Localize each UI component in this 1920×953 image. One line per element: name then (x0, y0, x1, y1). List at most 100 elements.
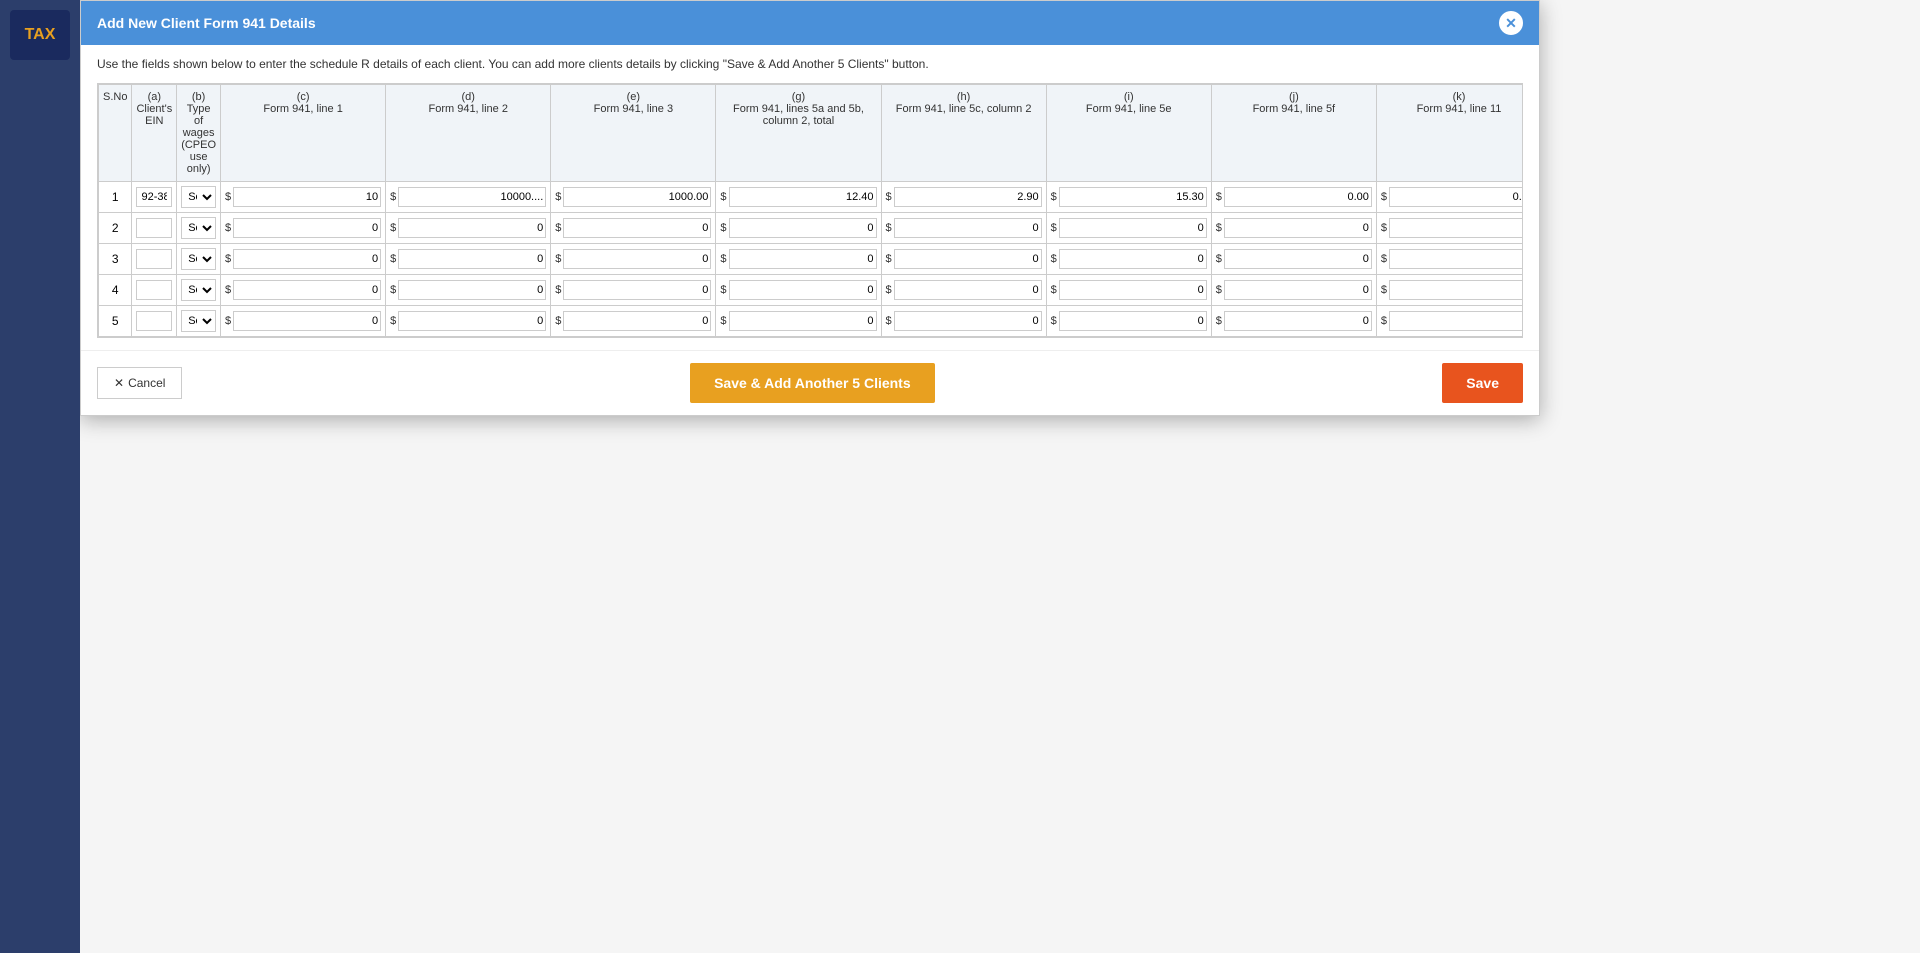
input-k-3[interactable] (1389, 249, 1523, 269)
input-h-2[interactable] (894, 218, 1042, 238)
input-d-4[interactable] (398, 280, 546, 300)
cell-j-1: $ (1211, 182, 1376, 213)
input-h-3[interactable] (894, 249, 1042, 269)
dollar-sign-g-5: $ (720, 315, 726, 327)
ein-input-5[interactable] (136, 311, 172, 331)
cell-i-5: $ (1046, 306, 1211, 337)
dollar-sign-d-1: $ (390, 191, 396, 203)
save-add-button[interactable]: Save & Add Another 5 Clients (690, 363, 935, 403)
app-logo: TAX (10, 10, 70, 60)
input-k-4[interactable] (1389, 280, 1523, 300)
cancel-button[interactable]: ✕ Cancel (97, 367, 182, 399)
input-c-3[interactable] (233, 249, 381, 269)
dollar-sign-k-4: $ (1381, 284, 1387, 296)
input-j-1[interactable] (1224, 187, 1372, 207)
modal-body: Use the fields shown below to enter the … (81, 45, 1539, 350)
cell-g-2: $ (716, 213, 881, 244)
input-i-2[interactable] (1059, 218, 1207, 238)
input-e-2[interactable] (563, 218, 711, 238)
cancel-label: Cancel (128, 376, 165, 390)
input-g-4[interactable] (729, 280, 877, 300)
modal-close-button[interactable]: ✕ (1499, 11, 1523, 35)
cell-j-3: $ (1211, 244, 1376, 275)
dollar-sign-g-3: $ (720, 253, 726, 265)
ein-input-1[interactable] (136, 187, 172, 207)
col-header-sno: S.No (99, 85, 132, 182)
cell-ein-1 (132, 182, 177, 213)
dollar-sign-c-4: $ (225, 284, 231, 296)
cell-e-5: $ (551, 306, 716, 337)
dollar-sign-g-2: $ (720, 222, 726, 234)
input-j-3[interactable] (1224, 249, 1372, 269)
input-j-4[interactable] (1224, 280, 1372, 300)
input-g-1[interactable] (729, 187, 877, 207)
input-d-2[interactable] (398, 218, 546, 238)
input-j-5[interactable] (1224, 311, 1372, 331)
input-k-1[interactable] (1389, 187, 1523, 207)
input-c-4[interactable] (233, 280, 381, 300)
cell-k-3: $ (1376, 244, 1523, 275)
cell-ein-5 (132, 306, 177, 337)
cell-sno-5: 5 (99, 306, 132, 337)
cell-d-1: $ (386, 182, 551, 213)
input-c-1[interactable] (233, 187, 381, 207)
cancel-icon: ✕ (114, 376, 124, 390)
input-k-5[interactable] (1389, 311, 1523, 331)
cell-sno-3: 3 (99, 244, 132, 275)
input-c-5[interactable] (233, 311, 381, 331)
cell-c-4: $ (221, 275, 386, 306)
input-d-3[interactable] (398, 249, 546, 269)
input-k-2[interactable] (1389, 218, 1523, 238)
dollar-sign-i-1: $ (1051, 191, 1057, 203)
dollar-sign-e-4: $ (555, 284, 561, 296)
type-select-1[interactable]: Select (181, 186, 216, 208)
cell-i-2: $ (1046, 213, 1211, 244)
dollar-sign-i-5: $ (1051, 315, 1057, 327)
cell-g-1: $ (716, 182, 881, 213)
cell-k-5: $ (1376, 306, 1523, 337)
input-c-2[interactable] (233, 218, 381, 238)
dollar-sign-d-3: $ (390, 253, 396, 265)
modal-description: Use the fields shown below to enter the … (97, 57, 1523, 71)
dollar-sign-d-4: $ (390, 284, 396, 296)
cell-type-1: Select (177, 182, 221, 213)
input-g-3[interactable] (729, 249, 877, 269)
input-i-1[interactable] (1059, 187, 1207, 207)
save-button[interactable]: Save (1442, 363, 1523, 403)
table-row: 2Select$$$$$$$$$$ (99, 213, 1524, 244)
input-d-1[interactable] (398, 187, 546, 207)
input-d-5[interactable] (398, 311, 546, 331)
input-h-5[interactable] (894, 311, 1042, 331)
ein-input-2[interactable] (136, 218, 172, 238)
cell-h-5: $ (881, 306, 1046, 337)
input-g-5[interactable] (729, 311, 877, 331)
input-j-2[interactable] (1224, 218, 1372, 238)
input-e-3[interactable] (563, 249, 711, 269)
cell-c-1: $ (221, 182, 386, 213)
ein-input-3[interactable] (136, 249, 172, 269)
input-i-3[interactable] (1059, 249, 1207, 269)
input-e-1[interactable] (563, 187, 711, 207)
type-select-4[interactable]: Select (181, 279, 216, 301)
type-select-2[interactable]: Select (181, 217, 216, 239)
cell-c-3: $ (221, 244, 386, 275)
cell-k-4: $ (1376, 275, 1523, 306)
cell-e-2: $ (551, 213, 716, 244)
cell-e-3: $ (551, 244, 716, 275)
input-e-5[interactable] (563, 311, 711, 331)
input-e-4[interactable] (563, 280, 711, 300)
input-i-4[interactable] (1059, 280, 1207, 300)
type-select-5[interactable]: Select (181, 310, 216, 332)
dollar-sign-c-3: $ (225, 253, 231, 265)
input-h-1[interactable] (894, 187, 1042, 207)
input-i-5[interactable] (1059, 311, 1207, 331)
input-h-4[interactable] (894, 280, 1042, 300)
cell-sno-4: 4 (99, 275, 132, 306)
dollar-sign-k-1: $ (1381, 191, 1387, 203)
cell-type-3: Select (177, 244, 221, 275)
ein-input-4[interactable] (136, 280, 172, 300)
type-select-3[interactable]: Select (181, 248, 216, 270)
col-header-c: (c)Form 941, line 1 (221, 85, 386, 182)
cell-d-4: $ (386, 275, 551, 306)
input-g-2[interactable] (729, 218, 877, 238)
